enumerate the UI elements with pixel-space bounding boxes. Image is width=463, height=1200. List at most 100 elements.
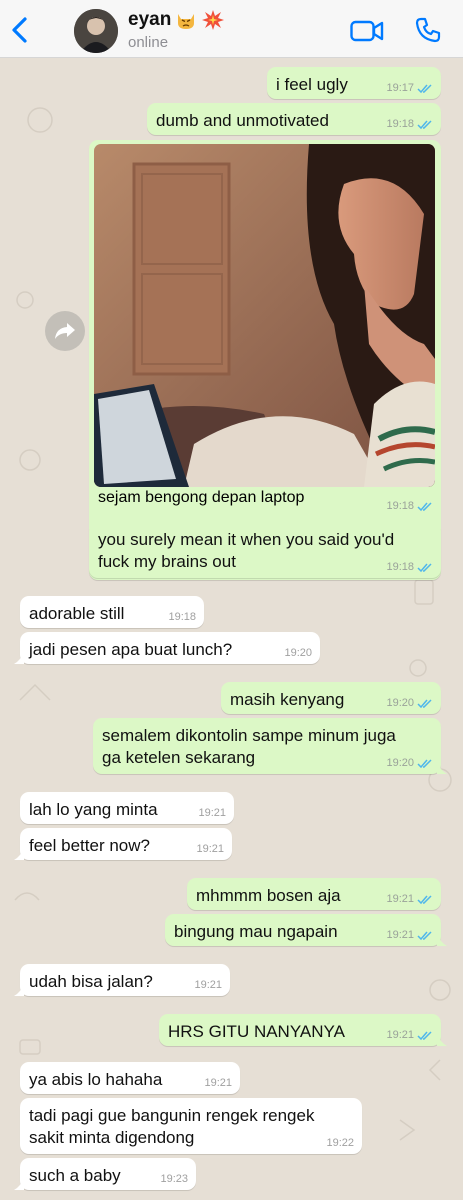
message-meta: 19:18 (386, 561, 433, 574)
collision-emoji-icon (202, 10, 225, 30)
message-meta: 19:21 (386, 929, 433, 942)
bubble-tail (437, 762, 447, 774)
message-meta: 19:18 (386, 118, 433, 131)
read-ticks-icon (417, 931, 432, 941)
read-ticks-icon (417, 502, 432, 512)
message-meta: 19:21 (386, 1029, 433, 1042)
contact-status: online (128, 34, 169, 51)
message-time: 19:21 (386, 929, 414, 941)
photo-caption: sejam bengong depan laptop (98, 489, 305, 506)
message-text: adorable still (29, 604, 125, 623)
message-meta: 19:21 (196, 843, 224, 856)
message-time: 19:21 (198, 807, 226, 819)
message-time: 19:21 (196, 843, 224, 855)
message-meta: 19:18 (168, 611, 196, 624)
message-text: masih kenyang (230, 690, 345, 709)
message-bubble-outgoing[interactable]: mhmmm bosen aja 19:21 (187, 878, 441, 910)
bubble-tail (437, 1034, 447, 1046)
message-text-line-1: tadi pagi gue bangunin rengek rengek (29, 1106, 315, 1125)
message-bubble-incoming[interactable]: lah lo yang minta 19:21 (20, 792, 234, 824)
message-meta: 19:20 (284, 647, 312, 660)
chat-header: eyan online (0, 0, 463, 58)
message-bubble-incoming[interactable]: tadi pagi gue bangunin rengek rengek sak… (20, 1098, 362, 1154)
bubble-tail (14, 1178, 24, 1190)
video-call-icon[interactable] (350, 18, 384, 44)
forward-arrow-icon (55, 323, 75, 339)
message-bubble-outgoing[interactable]: you surely mean it when you said you'd f… (89, 522, 441, 578)
message-bubble-outgoing[interactable]: i feel ugly 19:17 (267, 67, 441, 99)
message-text-line-1: semalem dikontolin sampe minum juga (102, 726, 396, 745)
read-ticks-icon (417, 759, 432, 769)
message-text-line-1: you surely mean it when you said you'd (98, 530, 395, 549)
bubble-tail (437, 934, 447, 946)
read-ticks-icon (417, 1031, 432, 1041)
message-meta: 19:21 (386, 893, 433, 906)
contact-name[interactable]: eyan (128, 9, 225, 31)
contact-avatar[interactable] (74, 9, 118, 53)
message-bubble-incoming[interactable]: udah bisa jalan? 19:21 (14, 964, 230, 996)
message-time: 19:20 (386, 757, 414, 769)
message-time: 19:20 (284, 647, 312, 659)
message-text-line-2: fuck my brains out (98, 552, 236, 571)
message-meta: 19:23 (160, 1173, 188, 1186)
message-time: 19:21 (194, 979, 222, 991)
read-ticks-icon (417, 84, 432, 94)
message-text: mhmmm bosen aja (196, 886, 341, 905)
message-text: udah bisa jalan? (29, 972, 153, 991)
message-text: feel better now? (29, 836, 150, 855)
message-bubble-photo[interactable]: sejam bengong depan laptop 19:18 (89, 140, 441, 580)
message-meta: 19:20 (386, 697, 433, 710)
message-meta: 19:21 (194, 979, 222, 992)
message-text: lah lo yang minta (29, 800, 158, 819)
message-bubble-incoming[interactable]: jadi pesen apa buat lunch? 19:20 (14, 632, 320, 664)
message-time: 19:23 (160, 1173, 188, 1185)
message-bubble-incoming[interactable]: ya abis lo hahaha 19:21 (20, 1062, 240, 1094)
bubble-tail (14, 652, 24, 664)
message-meta: 19:18 (386, 500, 433, 513)
message-text: such a baby (29, 1166, 121, 1185)
forward-button[interactable] (45, 311, 85, 351)
message-bubble-incoming[interactable]: such a baby 19:23 (14, 1158, 196, 1190)
message-time: 19:18 (168, 611, 196, 623)
contact-name-text: eyan (128, 9, 172, 30)
message-meta: 19:21 (198, 807, 226, 820)
message-time: 19:21 (204, 1077, 232, 1089)
message-text: ya abis lo hahaha (29, 1070, 163, 1089)
message-time: 19:21 (386, 893, 414, 905)
message-bubble-outgoing[interactable]: bingung mau ngapain 19:21 (165, 914, 447, 946)
message-meta: 19:17 (386, 82, 433, 95)
message-bubble-incoming[interactable]: feel better now? 19:21 (14, 828, 232, 860)
read-ticks-icon (417, 895, 432, 905)
message-time: 19:18 (386, 561, 414, 573)
message-time: 19:18 (386, 500, 414, 512)
message-text: i feel ugly (276, 75, 348, 94)
angry-cat-emoji-icon (178, 14, 195, 29)
message-time: 19:21 (386, 1029, 414, 1041)
bubble-tail (14, 848, 24, 860)
message-bubble-incoming[interactable]: adorable still 19:18 (20, 596, 204, 628)
message-bubble-outgoing[interactable]: semalem dikontolin sampe minum juga ga k… (93, 718, 447, 774)
message-bubble-outgoing[interactable]: masih kenyang 19:20 (221, 682, 441, 714)
message-time: 19:20 (386, 697, 414, 709)
message-text-line-2: ga ketelen sekarang (102, 748, 256, 767)
message-meta: 19:22 (326, 1137, 354, 1150)
message-text: jadi pesen apa buat lunch? (29, 640, 233, 659)
message-text: bingung mau ngapain (174, 922, 338, 941)
message-text-line-2: sakit minta digendong (29, 1128, 195, 1147)
message-time: 19:18 (386, 118, 414, 130)
message-meta: 19:20 (386, 757, 433, 770)
message-bubble-outgoing[interactable]: HRS GITU NANYANYA 19:21 (159, 1014, 447, 1046)
message-text: HRS GITU NANYANYA (168, 1022, 345, 1041)
bubble-tail (14, 984, 24, 996)
message-bubble-outgoing[interactable]: dumb and unmotivated 19:18 (147, 103, 441, 135)
read-ticks-icon (417, 699, 432, 709)
phone-call-icon[interactable] (414, 16, 442, 44)
photo-attachment[interactable] (94, 144, 435, 487)
message-text: dumb and unmotivated (156, 111, 329, 130)
message-meta: 19:21 (204, 1077, 232, 1090)
read-ticks-icon (417, 563, 432, 573)
back-arrow-icon[interactable] (6, 14, 34, 46)
message-time: 19:17 (386, 82, 414, 94)
read-ticks-icon (417, 120, 432, 130)
message-time: 19:22 (326, 1137, 354, 1149)
